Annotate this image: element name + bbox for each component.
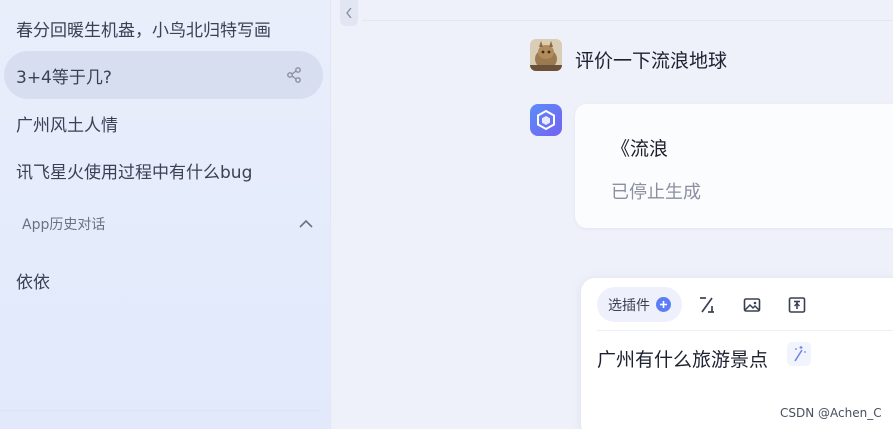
image-icon[interactable] bbox=[742, 295, 762, 315]
history-item[interactable]: 广州风土人情 bbox=[4, 99, 323, 147]
history-item[interactable]: 春分回暖生机盎，小鸟北归特写画 bbox=[4, 4, 323, 52]
bot-avatar bbox=[530, 104, 562, 136]
history-item-active[interactable]: 3+4等于几? bbox=[4, 51, 323, 99]
magic-wand-icon[interactable] bbox=[787, 342, 811, 366]
chevron-up-icon[interactable] bbox=[298, 216, 314, 232]
spark-logo-icon bbox=[537, 109, 555, 131]
composer-divider bbox=[597, 330, 893, 331]
bot-reply-text: 《流浪 bbox=[611, 138, 669, 160]
bot-reply-card: 《流浪 已停止生成 bbox=[575, 104, 893, 228]
header-divider bbox=[362, 20, 893, 21]
select-plugin-label: 选插件 bbox=[608, 297, 650, 314]
history-item-label: 春分回暖生机盎，小鸟北归特写画 bbox=[16, 20, 271, 41]
select-plugin-button[interactable]: 选插件 bbox=[597, 287, 682, 322]
sidebar: 春分回暖生机盎，小鸟北归特写画 3+4等于几? 广州风土人情 讯飞星火使用过程中… bbox=[0, 0, 331, 429]
message-input[interactable]: 广州有什么旅游景点 bbox=[597, 345, 768, 372]
history-item-label: 讯飞星火使用过程中有什么bug bbox=[16, 162, 253, 183]
history-item-label: 广州风土人情 bbox=[16, 115, 118, 136]
app-history-item[interactable]: 依依 bbox=[4, 256, 323, 304]
app-history-group-header[interactable]: App历史对话 bbox=[22, 212, 314, 236]
user-avatar bbox=[530, 39, 562, 71]
history-item-label: 3+4等于几? bbox=[16, 67, 112, 88]
history-item[interactable]: 讯飞星火使用过程中有什么bug bbox=[4, 146, 323, 194]
sidebar-divider bbox=[0, 410, 320, 411]
plus-icon bbox=[656, 297, 671, 312]
upload-icon[interactable] bbox=[787, 295, 807, 315]
share-icon[interactable] bbox=[285, 66, 303, 84]
user-message: 评价一下流浪地球 bbox=[575, 50, 728, 72]
app-history-item-label: 依依 bbox=[16, 272, 50, 293]
watermark: CSDN @Achen_C bbox=[780, 406, 882, 420]
slash-format-icon[interactable] bbox=[697, 295, 717, 315]
generation-status: 已停止生成 bbox=[611, 182, 701, 203]
app-history-title: App历史对话 bbox=[22, 217, 106, 233]
